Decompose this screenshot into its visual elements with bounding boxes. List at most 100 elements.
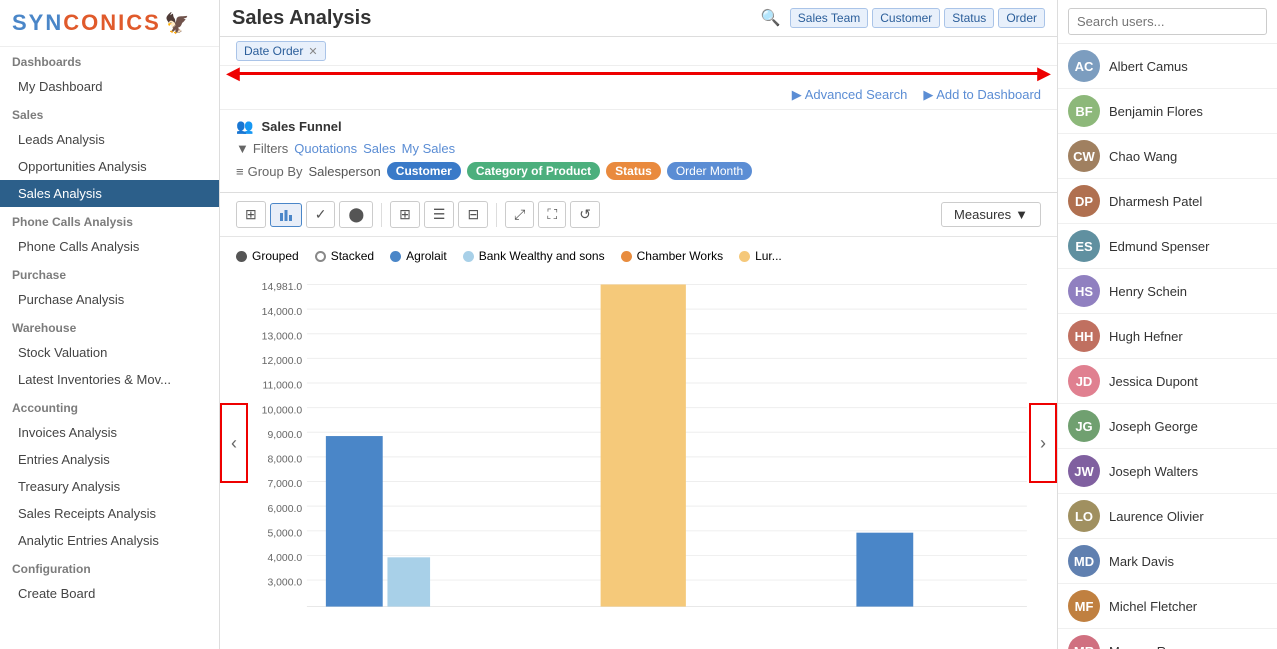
user-list-item-albert-camus[interactable]: ACAlbert Camus <box>1058 44 1277 89</box>
page-title: Sales Analysis <box>232 7 371 30</box>
logo-icon: 🦅 <box>165 11 190 36</box>
view-bar-btn[interactable] <box>270 203 302 227</box>
advanced-search-link[interactable]: ▶ Advanced Search <box>792 87 908 103</box>
view-refresh-btn[interactable]: ↺ <box>570 201 600 228</box>
sidebar-section-configuration: Configuration <box>0 554 219 580</box>
chart-scroll-left[interactable]: ‹ <box>220 403 248 483</box>
advanced-search-row: ▶ Advanced Search ▶ Add to Dashboard <box>220 81 1057 110</box>
filter-sales[interactable]: Sales <box>363 141 396 156</box>
svg-text:7,000.0: 7,000.0 <box>267 479 302 490</box>
filter-tag-date-order-close[interactable]: ✕ <box>308 45 317 58</box>
user-list-item-chao-wang[interactable]: CWChao Wang <box>1058 134 1277 179</box>
svg-text:11,000.0: 11,000.0 <box>262 381 302 392</box>
user-list: ACAlbert CamusBFBenjamin FloresCWChao Wa… <box>1058 44 1277 649</box>
view-list-btn[interactable]: ☰ <box>424 201 455 228</box>
user-list-item-benjamin-flores[interactable]: BFBenjamin Flores <box>1058 89 1277 134</box>
avatar-morgan-rose: MR <box>1068 635 1100 649</box>
avatar-henry-schein: HS <box>1068 275 1100 307</box>
measures-button[interactable]: Measures ▼ <box>941 202 1041 227</box>
filter-my-sales[interactable]: My Sales <box>402 141 455 156</box>
red-arrow-line <box>236 72 1041 75</box>
sidebar-section-dashboards: Dashboards <box>0 47 219 73</box>
legend-stacked-ring <box>315 251 326 262</box>
avatar-hugh-hefner: HH <box>1068 320 1100 352</box>
user-list-item-michel-fletcher[interactable]: MFMichel Fletcher <box>1058 584 1277 629</box>
add-to-dashboard-link[interactable]: ▶ Add to Dashboard <box>923 87 1041 103</box>
red-arrow-row <box>220 66 1057 81</box>
view-cross-btn[interactable]: ⛶ <box>538 201 566 228</box>
chart-scroll-right[interactable]: › <box>1029 403 1057 483</box>
user-list-item-joseph-george[interactable]: JGJoseph George <box>1058 404 1277 449</box>
legend-grouped-dot <box>236 251 247 262</box>
filter-tag-order[interactable]: Order <box>998 8 1045 28</box>
sidebar-section-accounting: Accounting <box>0 393 219 419</box>
user-name-chao-wang: Chao Wang <box>1109 149 1177 164</box>
legend-lur-dot <box>739 251 750 262</box>
sidebar-item-sales-analysis[interactable]: Sales Analysis <box>0 180 219 207</box>
filter-tag-customer[interactable]: Customer <box>872 8 940 28</box>
user-name-hugh-hefner: Hugh Hefner <box>1109 329 1183 344</box>
sidebar-section-warehouse: Warehouse <box>0 313 219 339</box>
sidebar-item-entries-analysis[interactable]: Entries Analysis <box>0 446 219 473</box>
svg-text:6,000.0: 6,000.0 <box>267 504 302 515</box>
view-pivot-btn[interactable]: ⊟ <box>458 201 488 228</box>
search-icon[interactable]: 🔍 <box>756 6 786 30</box>
logo: SYNCONICS 🦅 <box>0 0 219 47</box>
sidebar-item-latest-inventories[interactable]: Latest Inventories & Mov... <box>0 366 219 393</box>
legend-lur: Lur... <box>739 249 782 263</box>
user-list-item-hugh-hefner[interactable]: HH Hugh Hefner <box>1058 314 1277 359</box>
active-filters-row: Date Order ✕ <box>220 37 1057 66</box>
view-header: 👥 Sales Funnel ▼ Filters Quotations Sale… <box>220 110 1057 193</box>
sidebar-item-sales-receipts[interactable]: Sales Receipts Analysis <box>0 500 219 527</box>
filter-tag-sales-team[interactable]: Sales Team <box>790 8 868 28</box>
user-list-item-jessica-dupont[interactable]: JDJessica Dupont <box>1058 359 1277 404</box>
sidebar-item-phone-calls[interactable]: Phone Calls Analysis <box>0 233 219 260</box>
view-check-btn[interactable]: ✓ <box>306 201 336 228</box>
logo-text: SYNCONICS <box>12 10 161 36</box>
svg-text:5,000.0: 5,000.0 <box>267 528 302 539</box>
groupby-icon: ≡ <box>236 164 244 179</box>
view-circle-btn[interactable]: ⬤ <box>339 201 373 228</box>
svg-text:14,000.0: 14,000.0 <box>262 307 303 318</box>
avatar-laurence-olivier: LO <box>1068 500 1100 532</box>
legend-agrolait-dot <box>390 251 401 262</box>
filter-tag-status[interactable]: Status <box>944 8 994 28</box>
user-list-item-morgan-rose[interactable]: MRMorgan Rose <box>1058 629 1277 649</box>
sidebar-item-create-board[interactable]: Create Board <box>0 580 219 607</box>
search-users-input[interactable] <box>1068 8 1267 35</box>
view-expand-btn[interactable]: ⤢ <box>505 201 534 228</box>
view-grid-btn[interactable]: ⊞ <box>390 201 420 228</box>
user-list-item-dharmesh-patel[interactable]: DPDharmesh Patel <box>1058 179 1277 224</box>
groupby-badge-customer[interactable]: Customer <box>387 162 461 180</box>
bar-chamber-works-1 <box>601 284 686 606</box>
user-list-item-mark-davis[interactable]: MDMark Davis <box>1058 539 1277 584</box>
sidebar-item-opportunities-analysis[interactable]: Opportunities Analysis <box>0 153 219 180</box>
filter-tag-date-order[interactable]: Date Order ✕ <box>236 41 326 61</box>
sidebar-item-my-dashboard[interactable]: My Dashboard <box>0 73 219 100</box>
user-list-item-edmund-spenser[interactable]: ESEdmund Spenser <box>1058 224 1277 269</box>
sidebar-item-purchase-analysis[interactable]: Purchase Analysis <box>0 286 219 313</box>
bar-chart: 14,981.0 14,000.0 13,000.0 12,000.0 11,0… <box>236 275 1041 635</box>
avatar-jessica-dupont: JD <box>1068 365 1100 397</box>
groupby-badge-status[interactable]: Status <box>606 162 661 180</box>
sidebar-item-analytic-entries[interactable]: Analytic Entries Analysis <box>0 527 219 554</box>
sidebar-item-treasury-analysis[interactable]: Treasury Analysis <box>0 473 219 500</box>
avatar-benjamin-flores: BF <box>1068 95 1100 127</box>
user-list-item-henry-schein[interactable]: HSHenry Schein <box>1058 269 1277 314</box>
groupby-badge-order-month[interactable]: Order Month <box>667 162 752 180</box>
groupby-badge-category[interactable]: Category of Product <box>467 162 600 180</box>
user-list-item-joseph-walters[interactable]: JWJoseph Walters <box>1058 449 1277 494</box>
view-table-btn[interactable]: ⊞ <box>236 201 266 228</box>
svg-text:14,981.0: 14,981.0 <box>262 282 303 293</box>
sidebar-item-leads-analysis[interactable]: Leads Analysis <box>0 126 219 153</box>
user-list-item-laurence-olivier[interactable]: LOLaurence Olivier <box>1058 494 1277 539</box>
legend-chamber-works-dot <box>621 251 632 262</box>
sidebar-item-stock-valuation[interactable]: Stock Valuation <box>0 339 219 366</box>
sidebar-item-invoices-analysis[interactable]: Invoices Analysis <box>0 419 219 446</box>
user-name-edmund-spenser: Edmund Spenser <box>1109 239 1209 254</box>
topbar: Sales Analysis 🔍 Sales Team Customer Sta… <box>220 0 1057 37</box>
filter-quotations[interactable]: Quotations <box>294 141 357 156</box>
svg-text:8,000.0: 8,000.0 <box>267 455 302 466</box>
svg-text:9,000.0: 9,000.0 <box>267 430 302 441</box>
legend-bank-wealthy: Bank Wealthy and sons <box>463 249 605 263</box>
